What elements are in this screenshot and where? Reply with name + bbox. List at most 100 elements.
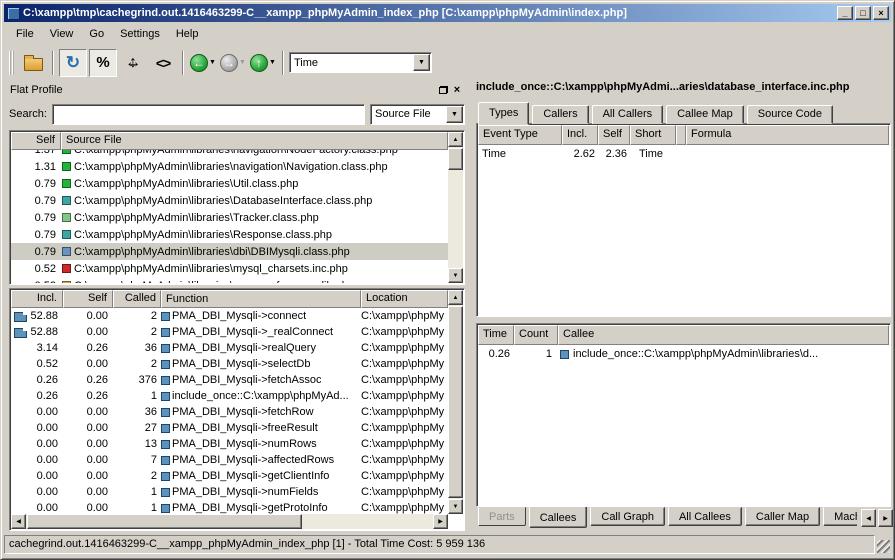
column-header-called[interactable]: Called (113, 290, 161, 308)
function-name[interactable]: PMA_DBI_Mysqli->freeResult (161, 422, 361, 434)
function-row[interactable]: 0.520.002PMA_DBI_Mysqli->selectDbC:\xamp… (11, 356, 448, 372)
scroll-down-button[interactable]: ▼ (448, 268, 463, 283)
minimize-button[interactable]: _ (837, 6, 853, 20)
file-row[interactable]: 0.52C:\xampp\phpMyAdmin\libraries\user_p… (11, 277, 448, 283)
column-header-short[interactable]: Short (630, 125, 676, 145)
chevron-down-icon[interactable]: ▼ (446, 106, 463, 123)
function-name[interactable]: PMA_DBI_Mysqli->numFields (161, 486, 361, 498)
file-row[interactable]: 0.52C:\xampp\phpMyAdmin\libraries\mysql_… (11, 260, 448, 277)
tab-scroll-right-button[interactable]: ▶ (878, 509, 893, 527)
menu-help[interactable]: Help (168, 26, 207, 42)
file-row[interactable]: 0.79C:\xampp\phpMyAdmin\libraries\dbi\DB… (11, 243, 448, 260)
function-row[interactable]: 0.000.002PMA_DBI_Mysqli->getClientInfoC:… (11, 468, 448, 484)
function-row[interactable]: 0.260.261include_once::C:\xampp\phpMyAd.… (11, 388, 448, 404)
column-header-self[interactable]: Self (11, 132, 61, 150)
column-header-self[interactable]: Self (63, 290, 113, 308)
column-header-incl-[interactable]: Incl. (562, 125, 598, 145)
tab-scroll-left-button[interactable]: ◀ (861, 509, 876, 527)
up-button[interactable]: ↑▼ (249, 49, 277, 77)
function-name[interactable]: PMA_DBI_Mysqli->fetchRow (161, 406, 361, 418)
scroll-right-button[interactable]: ▶ (433, 514, 448, 529)
callee-row[interactable]: 0.261include_once::C:\xampp\phpMyAdmin\l… (478, 345, 889, 363)
function-table-vscrollbar[interactable]: ▲ ▼ (448, 290, 463, 514)
function-row[interactable]: 52.880.002PMA_DBI_Mysqli->_realConnectC:… (11, 324, 448, 340)
column-header-location[interactable]: Location (361, 290, 448, 308)
tab-caller-map[interactable]: Caller Map (745, 507, 820, 526)
menu-go[interactable]: Go (81, 26, 112, 42)
file-row[interactable]: 1.37C:\xampp\phpMyAdmin\libraries\naviga… (11, 150, 448, 158)
tab-machine-c[interactable]: Machine C (823, 507, 857, 526)
menu-settings[interactable]: Settings (112, 26, 168, 42)
function-name[interactable]: PMA_DBI_Mysqli->numRows (161, 438, 361, 450)
scrollbar-thumb[interactable] (448, 306, 463, 498)
file-row[interactable]: 0.79C:\xampp\phpMyAdmin\libraries\Respon… (11, 226, 448, 243)
tab-callees[interactable]: Callees (529, 507, 588, 528)
function-name[interactable]: PMA_DBI_Mysqli->affectedRows (161, 454, 361, 466)
resize-grip[interactable] (877, 540, 890, 553)
column-header-sep[interactable] (676, 125, 686, 145)
scrollbar-thumb[interactable] (27, 514, 302, 529)
function-name[interactable]: PMA_DBI_Mysqli->fetchAssoc (161, 374, 361, 386)
scroll-left-button[interactable]: ◀ (11, 514, 26, 529)
function-name[interactable]: include_once::C:\xampp\phpMyAd... (161, 390, 361, 402)
file-row[interactable]: 1.31C:\xampp\phpMyAdmin\libraries\naviga… (11, 158, 448, 175)
function-name[interactable]: PMA_DBI_Mysqli->realQuery (161, 342, 361, 354)
function-name[interactable]: PMA_DBI_Mysqli->_realConnect (161, 326, 361, 338)
column-header-count[interactable]: Count (514, 325, 558, 345)
column-header-self[interactable]: Self (598, 125, 630, 145)
scroll-up-button[interactable]: ▲ (448, 290, 463, 305)
function-row[interactable]: 52.880.002PMA_DBI_Mysqli->connectC:\xamp… (11, 308, 448, 324)
reload-button[interactable]: ↻ (59, 49, 87, 77)
function-name[interactable]: PMA_DBI_Mysqli->selectDb (161, 358, 361, 370)
close-button[interactable]: × (873, 6, 889, 20)
chevron-down-icon[interactable]: ▼ (413, 54, 430, 71)
group-by-selector[interactable]: Source File ▼ (370, 104, 465, 125)
scrollbar-thumb[interactable] (448, 148, 463, 170)
column-header-source-file[interactable]: Source File (61, 132, 448, 150)
expand-areas-button[interactable]: ↔↕ (119, 49, 147, 77)
tab-types[interactable]: Types (478, 102, 529, 125)
function-name[interactable]: PMA_DBI_Mysqli->connect (161, 310, 361, 322)
percent-toggle-button[interactable]: % (89, 49, 117, 77)
scroll-down-button[interactable]: ▼ (448, 499, 463, 514)
back-button[interactable]: ←▼ (189, 49, 217, 77)
file-list-vscrollbar[interactable]: ▲ ▼ (448, 132, 463, 283)
function-row[interactable]: 0.000.0013PMA_DBI_Mysqli->numRowsC:\xamp… (11, 436, 448, 452)
function-row[interactable]: 0.000.001PMA_DBI_Mysqli->numFieldsC:\xam… (11, 484, 448, 500)
dock-close-button[interactable]: × (450, 83, 464, 96)
event-type-selector[interactable]: Time ▼ (289, 52, 432, 73)
tab-all-callers[interactable]: All Callers (592, 105, 664, 124)
dock-float-button[interactable] (436, 83, 450, 96)
tab-call-graph[interactable]: Call Graph (590, 507, 665, 526)
function-row[interactable]: 0.000.0027PMA_DBI_Mysqli->freeResultC:\x… (11, 420, 448, 436)
cycle-detection-button[interactable]: <> (149, 49, 177, 77)
search-input[interactable] (52, 104, 365, 125)
column-header-incl-[interactable]: Incl. (11, 290, 63, 308)
maximize-button[interactable]: □ (855, 6, 871, 20)
menu-file[interactable]: File (8, 26, 42, 42)
function-row[interactable]: 0.000.0036PMA_DBI_Mysqli->fetchRowC:\xam… (11, 404, 448, 420)
forward-button[interactable]: →▼ (219, 49, 247, 77)
menu-view[interactable]: View (42, 26, 82, 42)
column-header-callee[interactable]: Callee (558, 325, 889, 345)
column-header-function[interactable]: Function (161, 290, 361, 308)
function-name[interactable]: PMA_DBI_Mysqli->getClientInfo (161, 470, 361, 482)
function-row[interactable]: 0.000.007PMA_DBI_Mysqli->affectedRowsC:\… (11, 452, 448, 468)
function-row[interactable]: 0.260.26376PMA_DBI_Mysqli->fetchAssocC:\… (11, 372, 448, 388)
file-row[interactable]: 0.79C:\xampp\phpMyAdmin\libraries\Databa… (11, 192, 448, 209)
tab-callee-map[interactable]: Callee Map (666, 105, 744, 124)
column-header-time[interactable]: Time (478, 325, 514, 345)
tab-source-code[interactable]: Source Code (747, 105, 833, 124)
file-row[interactable]: 0.79C:\xampp\phpMyAdmin\libraries\Tracke… (11, 209, 448, 226)
open-file-button[interactable] (19, 49, 47, 77)
event-type-row[interactable]: Time2.622.36Time (478, 145, 889, 162)
column-header-event-type[interactable]: Event Type (478, 125, 562, 145)
tab-all-callees[interactable]: All Callees (668, 507, 742, 526)
toolbar-handle[interactable] (9, 51, 14, 75)
function-table-hscrollbar[interactable]: ◀ ▶ (11, 514, 448, 529)
tab-callers[interactable]: Callers (532, 105, 588, 124)
function-name[interactable]: PMA_DBI_Mysqli->getProtoInfo (161, 502, 361, 514)
function-row[interactable]: 3.140.2636PMA_DBI_Mysqli->realQueryC:\xa… (11, 340, 448, 356)
scroll-up-button[interactable]: ▲ (448, 132, 463, 147)
file-row[interactable]: 0.79C:\xampp\phpMyAdmin\libraries\Util.c… (11, 175, 448, 192)
